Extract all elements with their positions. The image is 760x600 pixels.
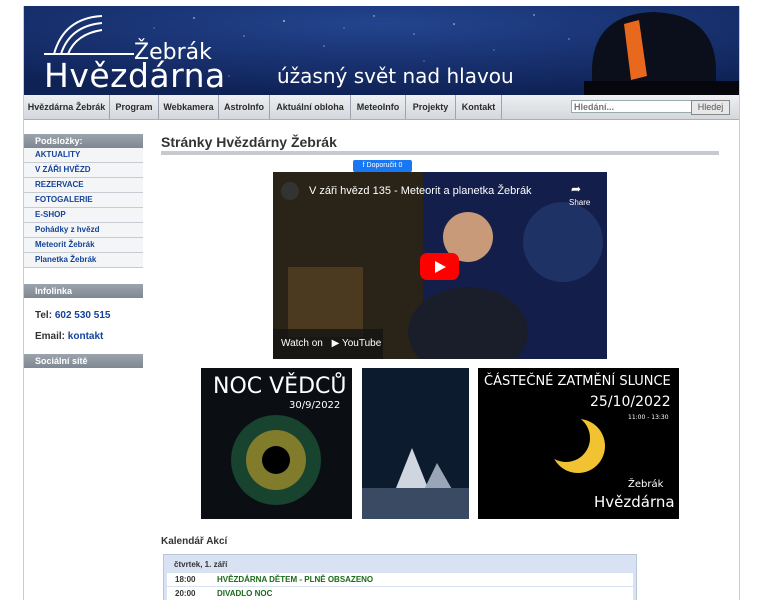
calendar-box: čtvrtek, 1. září 18:00 HVĚZDÁRNA DĚTEM -… (163, 554, 637, 600)
sidebar-item-fotogalerie[interactable]: FOTOGALERIE (24, 193, 143, 208)
sidebar: Podsložky: AKTUALITY V ZÁŘI HVĚZD REZERV… (24, 134, 143, 368)
nav-item-hvezdarna[interactable]: Hvězdárna Žebrák (24, 95, 110, 119)
event-name[interactable]: DIVADLO NOC (217, 587, 272, 600)
poster-date-noc-vedcu: 30/9/2022 (289, 400, 341, 411)
sidebar-subfolders-heading: Podsložky: (24, 134, 143, 148)
calendar-day-header: čtvrtek, 1. září (174, 560, 228, 569)
facebook-recommend-button[interactable]: f Doporučit 0 (353, 160, 412, 172)
facebook-recommend-label: Doporučit 0 (366, 162, 403, 169)
sidebar-item-aktuality[interactable]: AKTUALITY (24, 148, 143, 163)
share-icon[interactable]: ➦ (571, 182, 581, 196)
watch-on-label: Watch on (281, 338, 323, 349)
phone-number[interactable]: 602 530 515 (55, 310, 111, 321)
poster-time-zatmeni: 11:00 - 13:30 (628, 414, 669, 421)
sidebar-item-planetka[interactable]: Planetka Žebrák (24, 253, 143, 268)
email-line: Email: kontakt (24, 331, 143, 342)
sidebar-social-heading: Sociální sítě (24, 354, 143, 368)
event-time: 18:00 (175, 575, 196, 584)
page: Žebrák Hvězdárna úžasný svět nad hlavou … (23, 6, 740, 600)
sidebar-infolinka-heading: Infolinka (24, 284, 143, 298)
nav-item-astroinfo[interactable]: AstroInfo (219, 95, 270, 119)
search-button[interactable]: Hledej (691, 100, 730, 115)
poster-title-noc-vedcu: NOC VĚDCŮ (213, 374, 347, 399)
site-header: Žebrák Hvězdárna úžasný svět nad hlavou (24, 6, 739, 95)
poster-title-zatmeni: ČÁSTEČNÉ ZATMĚNÍ SLUNCE (484, 374, 671, 389)
poster-noc-vedcu[interactable]: NOC VĚDCŮ 30/9/2022 (201, 368, 352, 519)
email-label: Email: (35, 331, 66, 342)
poster-program[interactable] (362, 368, 469, 519)
sidebar-item-meteorit[interactable]: Meteorit Žebrák (24, 238, 143, 253)
youtube-logo-icon: ▶ (331, 338, 340, 349)
video-title[interactable]: V záři hvězd 135 - Meteorit a planetka Ž… (309, 185, 532, 197)
event-name[interactable]: HVĚZDÁRNA DĚTEM - PLNĚ OBSAZENO (217, 573, 373, 586)
search-input[interactable] (571, 100, 694, 113)
youtube-brand: YouTube (341, 338, 382, 349)
event-time: 20:00 (175, 589, 196, 598)
phone-label: Tel: (35, 310, 53, 321)
poster-logo-subtitle: Žebrák (628, 479, 664, 490)
nav-item-kontakt[interactable]: Kontakt (456, 95, 502, 119)
main-navigation: Hvězdárna Žebrák Program Webkamera Astro… (24, 95, 739, 120)
nav-item-program[interactable]: Program (110, 95, 159, 119)
nav-item-projekty[interactable]: Projekty (406, 95, 456, 119)
poster-zatmeni-slunce[interactable]: ČÁSTEČNÉ ZATMĚNÍ SLUNCE 25/10/2022 11:00… (478, 368, 679, 519)
channel-avatar[interactable] (281, 182, 299, 200)
poster-logo-title: Hvězdárna (594, 493, 675, 511)
nav-item-aktualni-obloha[interactable]: Aktuální obloha (270, 95, 351, 119)
poster-mountain-graphic (362, 448, 469, 519)
sidebar-item-pohadky[interactable]: Pohádky z hvězd (24, 223, 143, 238)
youtube-video-embed[interactable]: V záři hvězd 135 - Meteorit a planetka Ž… (273, 172, 607, 359)
title-divider (161, 151, 719, 155)
poster-date-zatmeni: 25/10/2022 (590, 394, 671, 410)
calendar-event-row[interactable]: 18:00 HVĚZDÁRNA DĚTEM - PLNĚ OBSAZENO (167, 573, 633, 586)
page-title: Stránky Hvězdárny Žebrák (161, 134, 337, 150)
sidebar-item-v-zari-hvezd[interactable]: V ZÁŘI HVĚZD (24, 163, 143, 178)
header-slogan: úžasný svět nad hlavou (277, 64, 514, 88)
watch-on-youtube-button[interactable]: Watch on ▶ YouTube (273, 329, 383, 359)
play-button[interactable] (420, 253, 459, 280)
calendar-title: Kalendář Akcí (161, 536, 228, 547)
nav-item-webkamera[interactable]: Webkamera (159, 95, 219, 119)
facebook-icon: f (362, 162, 365, 169)
email-link[interactable]: kontakt (68, 331, 104, 342)
sidebar-item-rezervace[interactable]: REZERVACE (24, 178, 143, 193)
logo-title[interactable]: Hvězdárna (44, 56, 226, 95)
calendar-event-row[interactable]: 20:00 DIVADLO NOC (167, 587, 633, 600)
phone-line: Tel: 602 530 515 (24, 310, 143, 321)
nav-item-meteoinfo[interactable]: MeteoInfo (351, 95, 406, 119)
sidebar-item-e-shop[interactable]: E-SHOP (24, 208, 143, 223)
video-share-label[interactable]: Share (569, 198, 590, 207)
